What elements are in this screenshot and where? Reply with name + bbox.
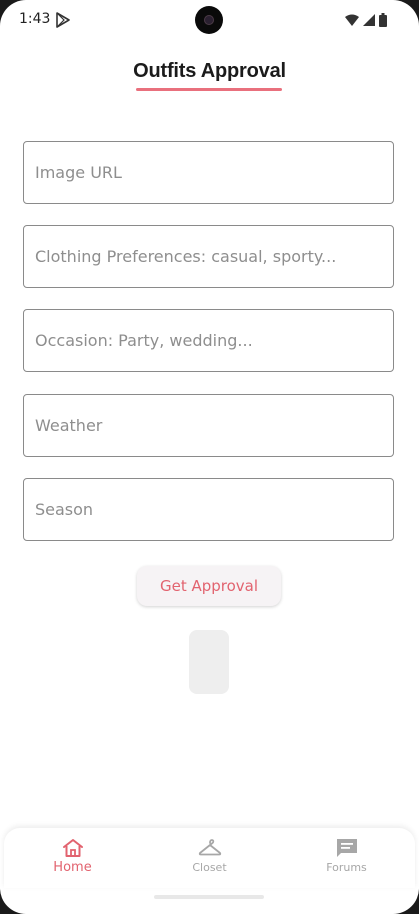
image-url-field[interactable] <box>23 141 394 204</box>
nav-label-forums: Forums <box>326 861 367 874</box>
title-underline <box>136 88 282 91</box>
season-input[interactable] <box>24 479 393 540</box>
hanger-icon <box>198 839 221 856</box>
gesture-bar <box>154 895 264 899</box>
clothing-preferences-field[interactable] <box>23 225 394 288</box>
nav-label-closet: Closet <box>192 861 227 874</box>
get-approval-button[interactable]: Get Approval <box>137 566 281 606</box>
status-icons <box>345 12 387 28</box>
home-icon <box>62 839 83 857</box>
result-image-placeholder <box>189 630 229 694</box>
nav-item-forums[interactable]: Forums <box>278 828 415 888</box>
image-url-input[interactable] <box>24 142 393 203</box>
wifi-icon <box>345 14 359 26</box>
nav-item-home[interactable]: Home <box>4 828 141 888</box>
app-screen: 1:43 Outfits Approval Image URL Clothing… <box>0 0 419 914</box>
signal-icon <box>363 14 375 26</box>
nav-item-closet[interactable]: Closet <box>141 828 278 888</box>
status-bar: 1:43 <box>0 0 419 40</box>
battery-icon <box>379 13 387 27</box>
play-store-icon <box>56 12 70 28</box>
occasion-input[interactable] <box>24 310 393 371</box>
chat-icon <box>336 839 357 857</box>
weather-field[interactable] <box>23 394 394 457</box>
nav-label-home: Home <box>53 860 92 875</box>
clothing-preferences-input[interactable] <box>24 226 393 287</box>
status-time: 1:43 <box>19 11 51 27</box>
front-camera <box>195 6 223 34</box>
page-title: Outfits Approval <box>133 60 286 82</box>
season-field[interactable] <box>23 478 394 541</box>
weather-input[interactable] <box>24 395 393 456</box>
occasion-field[interactable] <box>23 309 394 372</box>
bottom-nav: Home Closet Forums <box>4 828 415 888</box>
